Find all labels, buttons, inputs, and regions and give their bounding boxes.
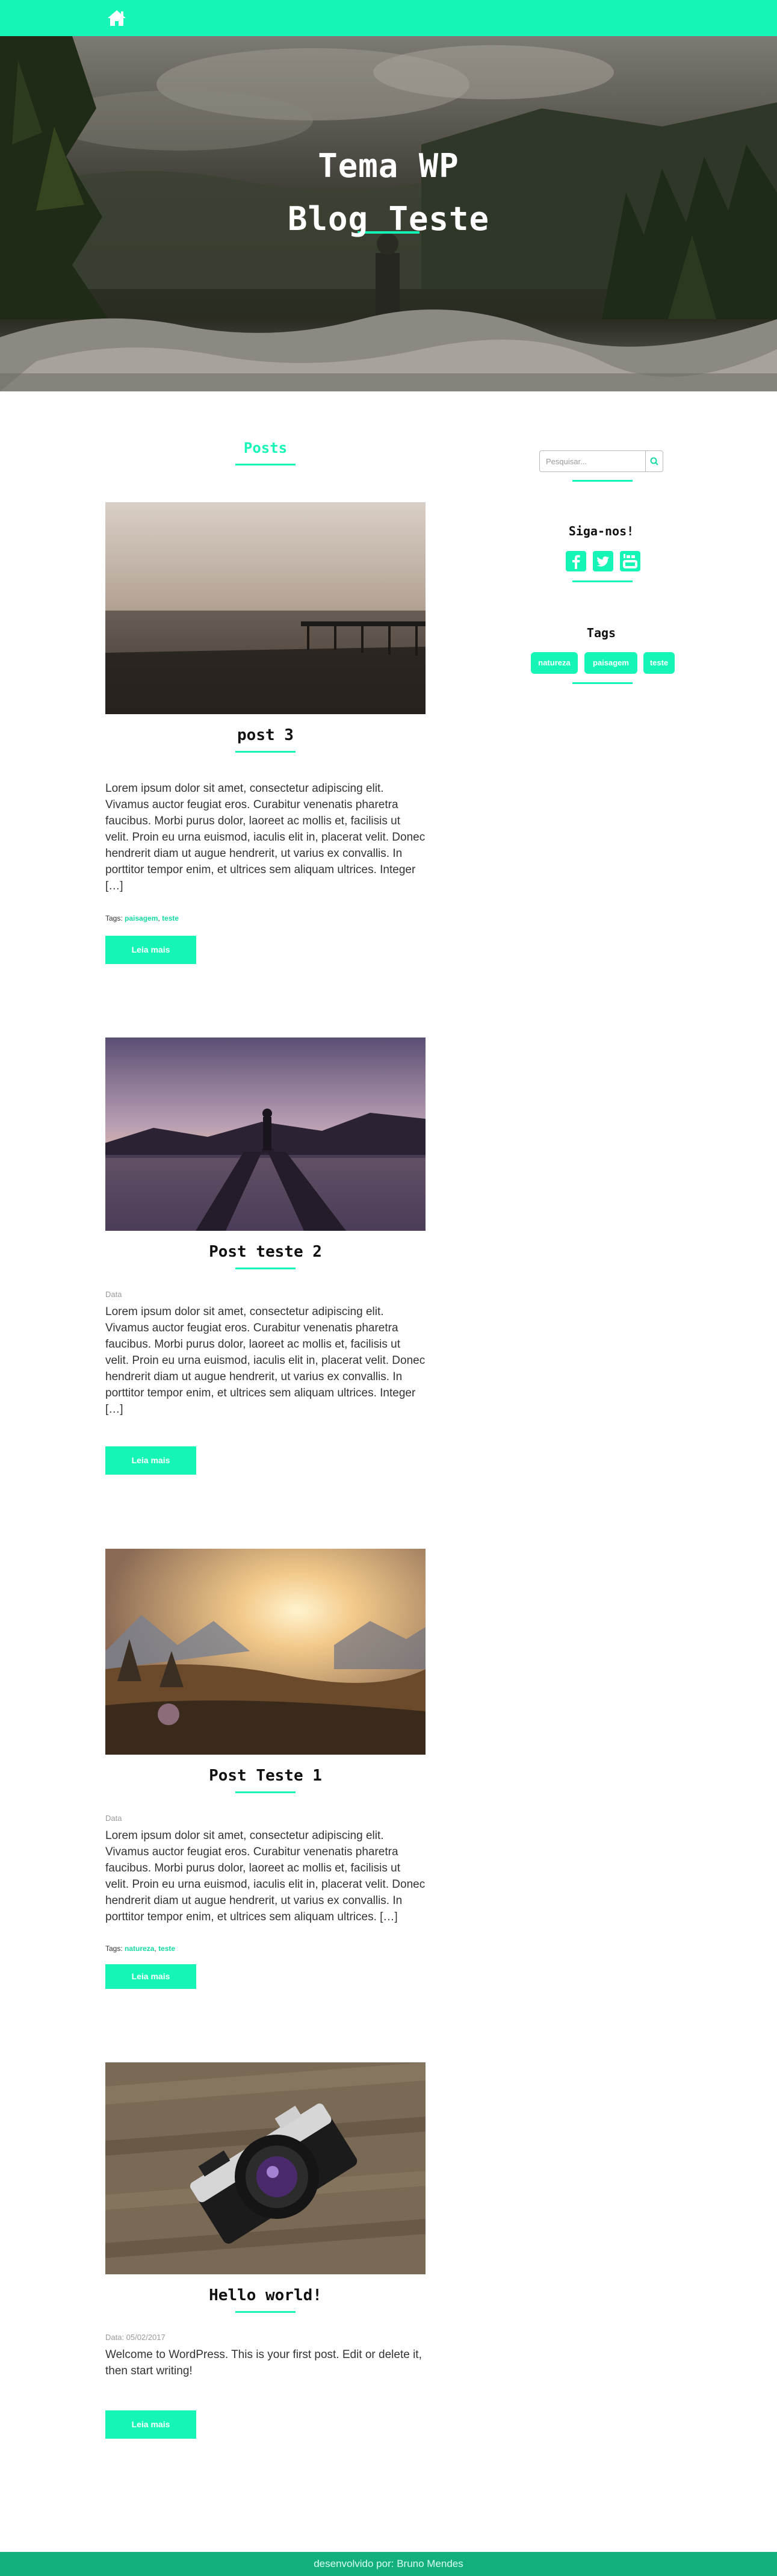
follow-underline — [572, 580, 633, 582]
post-title-underline — [235, 1268, 296, 1269]
read-more-button[interactable]: Leia mais — [105, 936, 196, 964]
search-box — [539, 450, 663, 472]
tag-pill[interactable]: natureza — [531, 652, 578, 674]
tags-heading: Tags — [586, 626, 616, 640]
post-excerpt: Lorem ipsum dolor sit amet, consectetur … — [105, 782, 426, 892]
tags-underline — [572, 682, 633, 684]
posts-heading-underline — [235, 464, 296, 465]
top-navbar — [0, 0, 777, 36]
post-date: Data — [105, 1290, 122, 1299]
search-button[interactable] — [645, 451, 663, 471]
post-tags-label: Tags: — [105, 914, 123, 922]
post-tag-link[interactable]: natureza — [125, 1944, 154, 1953]
post-date: Data: 05/02/2017 — [105, 2333, 166, 2342]
twitter-icon[interactable] — [593, 551, 613, 571]
post-title[interactable]: post 3 — [105, 726, 426, 744]
post-tags-label: Tags: — [105, 1944, 123, 1953]
post-title-underline — [235, 2311, 296, 2313]
posts-heading: Posts — [243, 440, 288, 456]
tag-pill[interactable]: paisagem — [584, 652, 637, 674]
post-title[interactable]: Hello world! — [105, 2286, 426, 2304]
post-excerpt: Welcome to WordPress. This is your first… — [105, 2348, 422, 2377]
post-title[interactable]: Post Teste 1 — [105, 1767, 426, 1785]
post-thumbnail[interactable] — [105, 1038, 426, 1231]
read-more-button[interactable]: Leia mais — [105, 1446, 196, 1475]
search-underline — [572, 480, 633, 482]
search-input[interactable] — [540, 451, 646, 471]
footer: desenvolvido por: Bruno Mendes — [0, 2552, 777, 2576]
post-title-underline — [235, 751, 296, 753]
home-icon[interactable] — [106, 7, 128, 29]
post-date: Data — [105, 1814, 122, 1823]
facebook-icon[interactable] — [566, 551, 586, 571]
post-thumbnail[interactable] — [105, 502, 426, 714]
follow-heading: Siga-nos! — [568, 524, 634, 538]
footer-credit: desenvolvido por: Bruno Mendes — [314, 2558, 463, 2569]
post-tag-link[interactable]: teste — [162, 914, 179, 922]
hero-title-line1: Tema WP — [318, 147, 459, 185]
search-icon — [650, 457, 658, 465]
read-more-button[interactable]: Leia mais — [105, 2410, 196, 2439]
post-thumbnail[interactable] — [105, 2062, 426, 2274]
post-title-underline — [235, 1791, 296, 1793]
hero-title-line2: Blog Teste — [287, 200, 490, 238]
tag-pill[interactable]: teste — [643, 652, 675, 674]
post-thumbnail[interactable] — [105, 1549, 426, 1755]
post-tag-link[interactable]: paisagem — [125, 914, 158, 922]
post-tags: Tags: natureza, teste — [105, 1944, 176, 1953]
hero-banner: Tema WP Blog Teste — [0, 36, 777, 391]
post-tag-link[interactable]: teste — [158, 1944, 175, 1953]
post-excerpt: Lorem ipsum dolor sit amet, consectetur … — [105, 1305, 426, 1416]
post-tags: Tags: paisagem, teste — [105, 914, 179, 922]
youtube-icon[interactable] — [620, 551, 640, 571]
post-title[interactable]: Post teste 2 — [105, 1243, 426, 1261]
read-more-button[interactable]: Leia mais — [105, 1964, 196, 1989]
post-excerpt: Lorem ipsum dolor sit amet, consectetur … — [105, 1829, 426, 1923]
